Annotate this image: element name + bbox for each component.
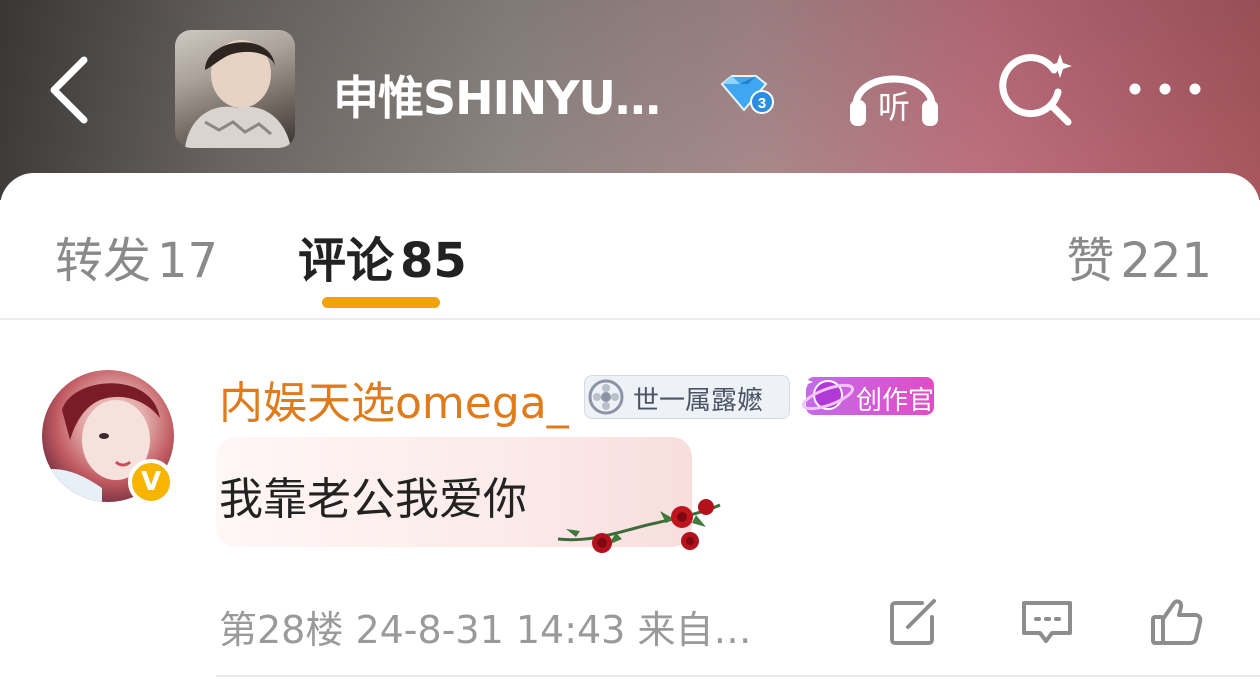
tab-comments-label: 评论	[298, 233, 395, 289]
header-avatar[interactable]	[175, 30, 295, 148]
repost-icon[interactable]	[888, 597, 942, 647]
comment-text: 我靠老公我爱你	[219, 474, 527, 525]
commenter-username[interactable]: 内娱天选omega_	[219, 367, 569, 431]
vip-level: 3	[758, 95, 766, 112]
comment-floor: 第28楼	[219, 608, 344, 652]
search-sparkle-icon[interactable]	[996, 50, 1076, 130]
tab-comments-count: 85	[400, 233, 467, 289]
tab-likes-count: 221	[1120, 233, 1212, 289]
comment-datetime: 24-8-31 14:43	[355, 608, 626, 652]
like-thumb-icon[interactable]	[1150, 597, 1204, 647]
comment-meta: 第28楼 24-8-31 14:43 来自…	[219, 599, 751, 654]
tab-repost-label: 转发	[55, 233, 152, 289]
top-navigation-bar: 申惟SHINYU… 3 听	[0, 0, 1260, 200]
fan-badge-label: 世一属露嬷	[633, 386, 764, 416]
comment-divider	[216, 675, 1260, 677]
creator-planet-icon	[800, 375, 855, 411]
back-arrow-icon[interactable]	[40, 52, 100, 128]
tab-repost[interactable]: 转发 17	[55, 221, 218, 291]
verified-badge: V	[128, 459, 174, 505]
tab-likes-label: 赞	[1066, 233, 1115, 289]
creator-badge[interactable]: 创作官	[800, 375, 935, 416]
fan-group-badge[interactable]: 世一属露嬷	[584, 375, 790, 419]
page-title: 申惟SHINYU…	[333, 71, 661, 125]
tab-likes[interactable]: 赞 221	[1066, 221, 1212, 291]
tab-divider	[0, 318, 1260, 320]
rose-vine-decoration	[557, 499, 721, 553]
listen-label: 听	[878, 88, 910, 126]
comment-source[interactable]: 来自…	[637, 608, 751, 652]
reply-comment-icon[interactable]	[1020, 597, 1074, 647]
tab-repost-count: 17	[157, 233, 219, 289]
fan-badge-icon	[588, 379, 624, 415]
vip-diamond-icon: 3	[720, 75, 774, 114]
creator-badge-label: 创作官	[856, 386, 935, 416]
tab-comments[interactable]: 评论 85	[298, 221, 467, 291]
more-icon[interactable]	[1125, 72, 1205, 106]
listen-headphones-icon[interactable]: 听	[846, 50, 942, 130]
active-tab-indicator	[322, 297, 440, 308]
comment-sheet: 转发 17 评论 85 赞 221 V 内娱天选omega_ 世一属露嬷 创作官…	[0, 173, 1260, 679]
